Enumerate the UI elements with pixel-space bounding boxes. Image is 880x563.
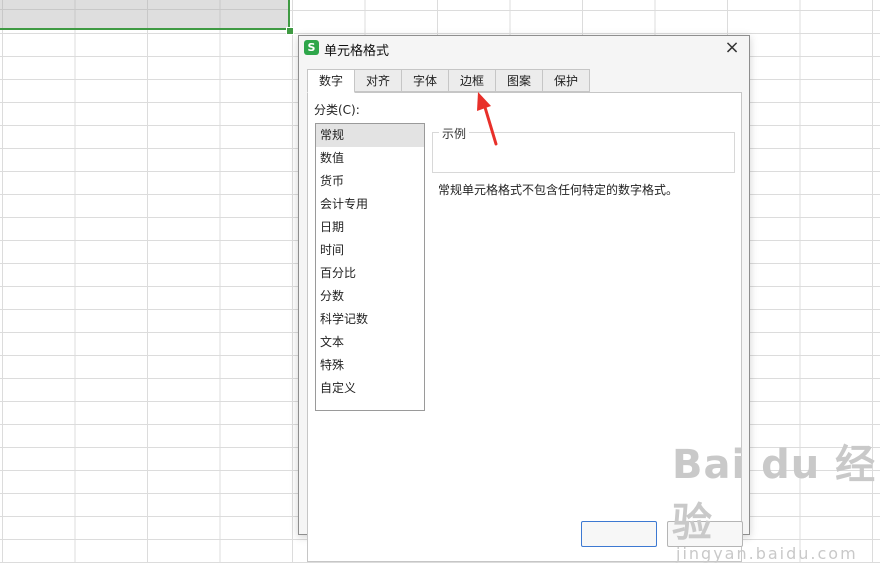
baidu-watermark-logo: Bai du 经验 jingyan.baidu.com bbox=[672, 432, 880, 563]
tab-number[interactable]: 数字 bbox=[307, 69, 355, 93]
watermark-main: Bai du 经验 bbox=[672, 442, 877, 546]
watermark-url: jingyan.baidu.com bbox=[676, 544, 858, 563]
